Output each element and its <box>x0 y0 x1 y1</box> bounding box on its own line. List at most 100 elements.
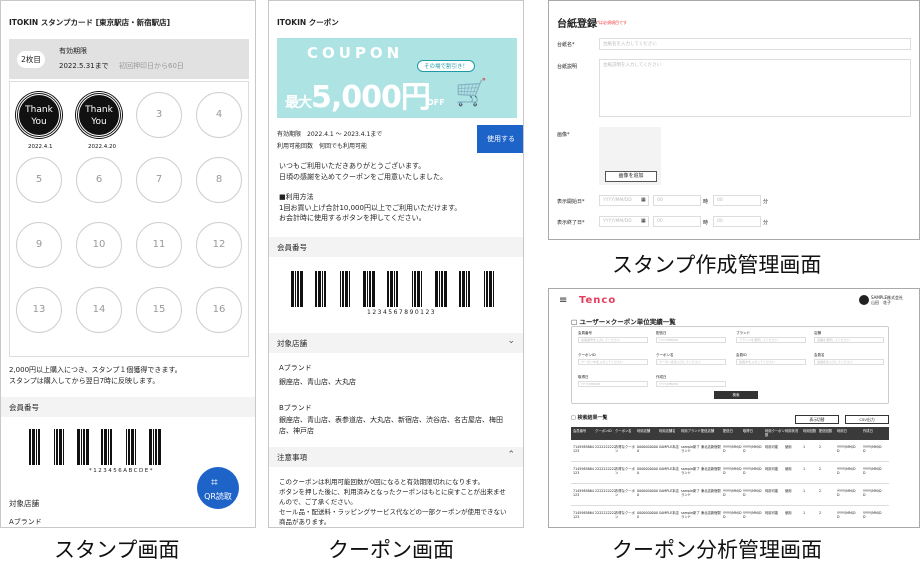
end-minute-select[interactable]: 00 <box>713 216 761 227</box>
column-header[interactable]: 利用店舗 <box>637 429 657 433</box>
column-header[interactable]: クーポンID <box>595 429 615 433</box>
validity-label: 有効期限 <box>277 131 302 138</box>
table-cell: 00000000000 <box>637 445 658 453</box>
table-cell: sample新ブランド <box>681 511 700 519</box>
filter-label: 配信日 <box>656 331 667 335</box>
table-row[interactable]: 7145985864123 2222222222 お得なクーポン 0000000000… <box>571 506 889 527</box>
column-header[interactable]: 配信回数 <box>819 429 839 433</box>
chevron-down-icon: ⌄ <box>507 336 515 346</box>
results-table-header: 会員番号 クーポンID クーポン名 利用店舗 利用店舗名 利用ブランド 配信店舗 配信日 取得日… <box>571 427 889 440</box>
table-cell: YYYY/MM/DD <box>863 467 882 475</box>
coupon-banner: COUPON その場で割引き！ 最大5,000円 OFF 🛒 <box>277 38 517 118</box>
table-row[interactable]: 7145985864123 2222222222 お得なクーポン 0000000000… <box>571 462 889 484</box>
caption-admin-form: スタンプ作成管理画面 <box>612 253 822 277</box>
brand-a: Aブランド <box>279 364 312 372</box>
add-image-button[interactable]: 画像を追加 <box>605 171 657 182</box>
column-header[interactable]: 作成日 <box>863 429 883 433</box>
stamp-slot: 15 <box>136 287 182 333</box>
desc-textarea[interactable]: 台紙説明を入力してください <box>599 59 911 117</box>
filter-input[interactable]: YYYY/MM/DD <box>656 381 726 387</box>
filter-input[interactable]: 店舗を選択してください <box>814 337 884 343</box>
table-cell: YYYY/MM/DD <box>863 489 882 497</box>
analysis-title: □ ユーザー×クーポン単位実績一覧 <box>571 318 676 326</box>
store-section[interactable]: 対象店舗 ⌄ <box>269 333 523 353</box>
store-label: 対象店舗 <box>277 339 307 348</box>
coupon-analysis-screen: ≡ Tenco SAMPLE株式会社 山田 花子 □ ユーザー×クーポン単位実績一… <box>548 288 920 528</box>
table-cell: 利用可能 <box>765 489 779 493</box>
stamp-slot: 9 <box>16 222 62 268</box>
hour-unit: 時 <box>703 199 709 205</box>
table-row[interactable]: 7145985864123 2222222222 お得なクーポン 0000000000… <box>571 484 889 506</box>
name-input[interactable]: 台紙名を入力してください <box>599 38 911 50</box>
csv-export-button[interactable]: CSV出力 <box>845 415 889 424</box>
start-hour-select[interactable]: 00 <box>653 195 701 206</box>
filter-input[interactable]: クーポンIDを入力してください <box>578 359 648 365</box>
filter-label: 会員番号 <box>578 331 592 335</box>
table-cell: YYYY/MM/DD <box>837 489 856 497</box>
column-header[interactable]: 利用日 <box>837 429 857 433</box>
table-cell: YYYY/MM/DD <box>723 489 742 497</box>
avatar[interactable] <box>859 295 869 305</box>
table-cell: YYYY/MM/DD <box>837 511 856 519</box>
stamp-slot: 13 <box>16 287 62 333</box>
search-button[interactable]: 検索 <box>714 391 758 399</box>
end-hour-select[interactable]: 00 <box>653 216 701 227</box>
calendar-icon: ▦ <box>641 218 646 224</box>
table-cell: 7145985864123 <box>573 489 594 497</box>
notice-line: ボタンを押した後に、利用済みとなったクーポンはもとに戻すことが出来ませ <box>279 488 506 496</box>
user-info: SAMPLE株式会社 山田 花子 <box>871 295 903 305</box>
count-label: 利用可能回数 <box>277 143 314 150</box>
banner-amount: 最大5,000円 <box>285 72 431 116</box>
table-cell: YYYY/MM/DD <box>863 511 882 519</box>
column-header[interactable]: 利用状況 <box>785 429 805 433</box>
minute-unit: 分 <box>763 220 769 226</box>
caption-stamp: スタンプ画面 <box>54 538 180 562</box>
toggle-view-button[interactable]: 表示切替 <box>795 415 839 424</box>
stamp-slot-filled: Thank You <box>76 92 122 138</box>
table-cell: 00000000000 <box>637 467 658 475</box>
stamp-rule-line: スタンプは購入してから翌日7時に反映します。 <box>9 377 160 385</box>
message-line: いつもご利用いただきありがとうございます。 <box>279 162 426 170</box>
column-header[interactable]: 利用クーポン数 <box>765 429 785 437</box>
filter-input[interactable]: クーポン名を入力してください <box>656 359 726 365</box>
validity-value: 2022.4.1 ～ 2023.4.1まで <box>307 131 383 138</box>
hamburger-menu-icon[interactable]: ≡ <box>559 295 567 306</box>
brand-b: Bブランド <box>279 404 312 412</box>
brand-b-stores: 銀座店、青山店、表参道店、大丸店、新宿店、渋谷店、名古屋店、梅田 店、神戸店 <box>279 415 503 436</box>
column-header[interactable]: 配信日 <box>723 429 743 433</box>
column-header[interactable]: 会員番号 <box>573 429 593 433</box>
table-cell: 利用可能 <box>765 511 779 515</box>
filter-label: ブランド <box>736 331 750 335</box>
stamp-slot: 8 <box>196 157 242 203</box>
table-row[interactable]: 7145985864123 2222222222 お得なクーポン 0000000000… <box>571 440 889 462</box>
filter-input[interactable]: 会員IDを入力してください <box>736 359 806 365</box>
notice-section[interactable]: 注意事項 ⌃ <box>269 447 523 467</box>
method-title: ■利用方法 <box>279 193 314 201</box>
filter-input[interactable]: YYYY/MM/DD <box>578 381 648 387</box>
column-header[interactable]: クーポン名 <box>615 429 635 433</box>
column-header[interactable]: 取得日 <box>743 429 763 433</box>
table-cell: 東北店新宿駅 <box>701 445 721 449</box>
stamp-slot: 11 <box>136 222 182 268</box>
results-label: □ 検索結果一覧 <box>571 415 608 421</box>
coupon-message: いつもご利用いただきありがとうございます。 日頃の感謝を込めてクーポンをご用意い… <box>279 161 461 224</box>
column-header[interactable]: 利用店舗名 <box>659 429 679 433</box>
message-line: 日頃の感謝を込めてクーポンをご用意いたしました。 <box>279 172 447 181</box>
column-header[interactable]: 配信店舗 <box>701 429 721 433</box>
filter-input[interactable]: 会員名を入力してください <box>814 359 884 365</box>
notice-line: セール品・配送料・ラッピングサービス代などの一部クーポンが使用できない <box>279 508 507 516</box>
method-line: お会計時に使用するボタンを押してください。 <box>279 214 426 222</box>
stamp-slot: 14 <box>76 287 122 333</box>
qr-read-button[interactable]: QR読取 <box>197 467 239 509</box>
table-cell: 7145985864123 <box>573 445 594 453</box>
start-minute-select[interactable]: 00 <box>713 195 761 206</box>
use-coupon-button[interactable]: 使用する <box>477 125 523 153</box>
table-cell: 利用可能 <box>765 445 779 449</box>
column-header[interactable]: 利用ブランド <box>681 429 701 433</box>
stamp-slot: 7 <box>136 157 182 203</box>
filter-input[interactable]: ブランドを選択してください <box>736 337 806 343</box>
filter-input[interactable]: 会員番号を入力してください <box>578 337 648 343</box>
card-count-badge: 2枚目 <box>17 51 45 68</box>
stamp-date: 2022.4.20 <box>88 144 116 150</box>
filter-input[interactable]: YYYY/MM/DD <box>656 337 726 343</box>
